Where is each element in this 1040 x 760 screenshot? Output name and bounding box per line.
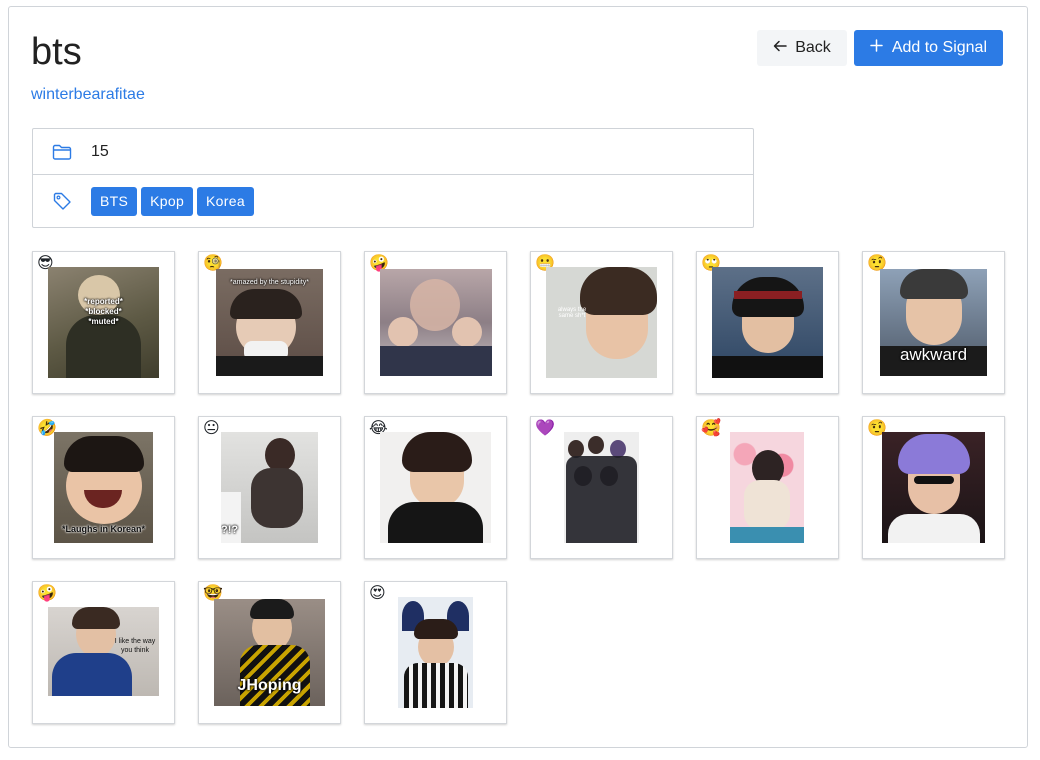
back-button[interactable]: Back — [757, 30, 847, 66]
sticker-image: *reported* *blocked* *muted* — [48, 267, 159, 378]
sticker-grid: 😎 *reported* *blocked* *muted* 🧐 *amazed… — [32, 251, 1005, 724]
sticker-image: I like the way you think — [48, 607, 159, 696]
sticker-emoji: 🥰 — [701, 420, 721, 437]
sticker-2[interactable]: 🧐 *amazed by the stupidity* — [198, 251, 341, 394]
tag-korea[interactable]: Korea — [197, 186, 254, 216]
header-actions: Back Add to Signal — [757, 30, 1003, 66]
sticker-image — [380, 432, 491, 543]
sticker-15[interactable]: 😍 — [364, 581, 507, 724]
back-button-label: Back — [795, 39, 831, 56]
sticker-count: 15 — [91, 142, 109, 160]
sticker-image — [564, 432, 639, 543]
sticker-image: always the same sh*t — [546, 267, 657, 378]
sticker-image — [730, 432, 804, 543]
pack-info-box: 15 BTS Kpop Korea — [32, 128, 754, 228]
sticker-7[interactable]: 🤣 *Laughs in Korean* — [32, 416, 175, 559]
tag-kpop[interactable]: Kpop — [141, 186, 194, 216]
tag-icon — [33, 192, 91, 211]
arrow-left-icon — [773, 39, 787, 57]
sticker-caption: *reported* *blocked* *muted* — [84, 297, 123, 326]
sticker-caption: *Laughs in Korean* — [61, 524, 145, 534]
sticker-count-row: 15 — [33, 129, 753, 175]
sticker-5[interactable]: 🙄 — [696, 251, 839, 394]
sticker-11[interactable]: 🥰 — [696, 416, 839, 559]
tags-row: BTS Kpop Korea — [33, 175, 753, 227]
sticker-image: *Laughs in Korean* — [54, 432, 153, 543]
sticker-12[interactable]: 🤨 — [862, 416, 1005, 559]
sticker-3[interactable]: 🤪 — [364, 251, 507, 394]
sticker-image: awkward — [880, 269, 987, 376]
sticker-image: ?!? — [221, 432, 318, 543]
sticker-4[interactable]: 😬 always the same sh*t — [530, 251, 673, 394]
sticker-emoji: 🤪 — [37, 585, 57, 602]
sticker-10[interactable]: 💜 — [530, 416, 673, 559]
sticker-caption: awkward — [899, 345, 968, 364]
sticker-1[interactable]: 😎 *reported* *blocked* *muted* — [32, 251, 175, 394]
sticker-emoji: 💜 — [535, 420, 555, 437]
sticker-image — [398, 597, 473, 708]
sticker-image — [882, 432, 985, 543]
sticker-caption: JHoping — [237, 677, 302, 694]
tag-bts[interactable]: BTS — [91, 186, 138, 216]
sticker-13[interactable]: 🤪 I like the way you think — [32, 581, 175, 724]
plus-icon — [870, 39, 884, 57]
sticker-8[interactable]: 😐 ?!? — [198, 416, 341, 559]
sticker-caption: always the same sh*t — [557, 307, 587, 319]
folder-icon — [33, 144, 91, 160]
sticker-image: *amazed by the stupidity* — [216, 269, 323, 376]
sticker-emoji: 😐 — [203, 420, 220, 437]
author-link[interactable]: winterbearafitae — [31, 85, 145, 105]
sticker-14[interactable]: 🤓 JHoping — [198, 581, 341, 724]
sticker-6[interactable]: 🤨 awkward — [862, 251, 1005, 394]
add-to-signal-label: Add to Signal — [891, 39, 987, 56]
sticker-caption: I like the way you think — [114, 638, 156, 654]
tag-list: BTS Kpop Korea — [91, 186, 254, 216]
sticker-image: JHoping — [214, 599, 325, 706]
pack-title: bts — [31, 31, 82, 73]
sticker-image — [712, 267, 823, 378]
sticker-caption: ?!? — [221, 524, 239, 536]
sticker-emoji: 😍 — [369, 585, 386, 602]
add-to-signal-button[interactable]: Add to Signal — [853, 30, 1003, 66]
sticker-caption: *amazed by the stupidity* — [230, 279, 309, 286]
sticker-9[interactable]: 😂 — [364, 416, 507, 559]
sticker-image — [380, 269, 492, 376]
sticker-pack-panel: bts winterbearafitae Back Add to Signal … — [8, 6, 1028, 748]
